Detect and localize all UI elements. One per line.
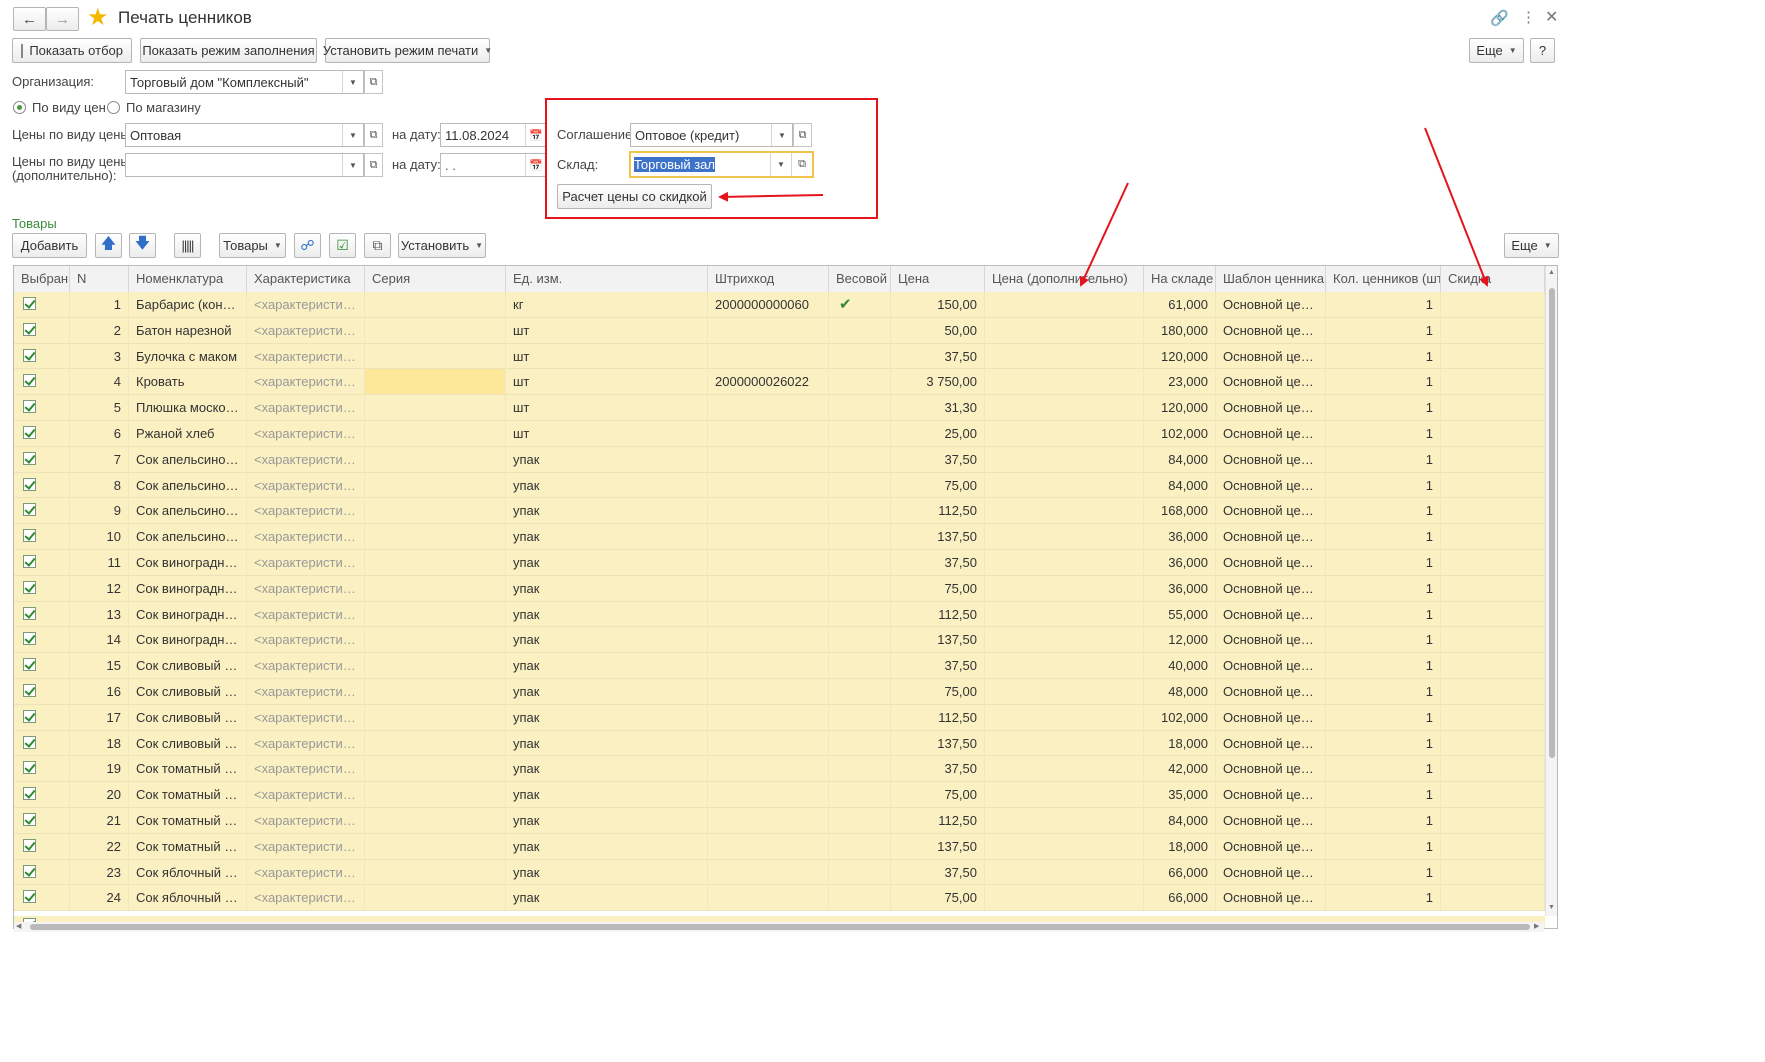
annotation-arrows — [718, 127, 1489, 287]
annotation-arrow-to-price-additional — [1079, 182, 1129, 287]
annotation-arrow-to-button — [718, 191, 824, 202]
annotation-arrow-to-discount — [1424, 127, 1489, 287]
